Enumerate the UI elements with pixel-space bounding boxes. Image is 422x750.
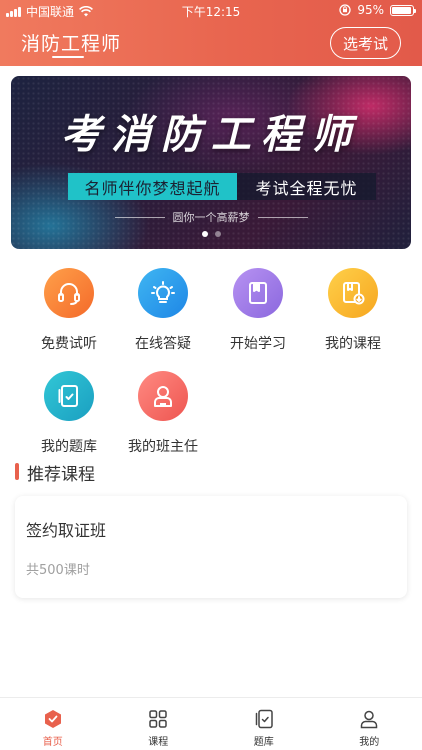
feature-label: 我的课程	[325, 336, 381, 352]
headset-icon	[44, 268, 94, 318]
grid-icon	[149, 710, 167, 728]
course-name: 签约取证班	[26, 521, 107, 540]
course-hours: 共500课时	[26, 563, 90, 578]
select-exam-button[interactable]: 选考试	[330, 27, 401, 59]
tab-label: 课程	[148, 737, 169, 748]
lightbulb-icon	[138, 268, 188, 318]
carousel-dot[interactable]	[201, 231, 208, 237]
title-underline	[52, 56, 84, 58]
tab-home[interactable]: 首页	[0, 698, 106, 750]
feature-free-trial[interactable]: 免费试听	[29, 268, 109, 353]
tab-question-bank[interactable]: 题库	[211, 698, 317, 750]
page-title: 消防工程师	[21, 33, 122, 55]
tab-label: 我的	[359, 737, 380, 748]
tab-courses[interactable]: 课程	[106, 698, 212, 750]
tab-label: 题库	[253, 737, 274, 748]
course-download-icon	[328, 268, 378, 318]
section-accent-bar	[15, 463, 19, 480]
app-header: 中国联通 下午12:15 95% 消防工程师 选考试	[0, 0, 422, 66]
feature-label: 我的题库	[41, 439, 97, 455]
carousel-indicator	[11, 231, 411, 237]
battery-icon	[390, 4, 416, 16]
course-card[interactable]: 签约取证班 共500课时	[15, 496, 407, 598]
teacher-icon	[138, 371, 188, 421]
question-bank-icon	[44, 371, 94, 421]
divider	[114, 216, 165, 218]
banner-headline: 考消防工程师	[61, 111, 361, 158]
battery-percent: 95%	[357, 3, 384, 17]
bottom-tab-bar: 首页 课程 题库 我的	[0, 697, 422, 750]
banner-slogan-right: 考试全程无忧	[237, 173, 376, 200]
promo-banner[interactable]: 考消防工程师 名师伴你梦想起航 考试全程无忧 圆你一个高薪梦	[11, 76, 411, 249]
divider	[257, 216, 308, 218]
feature-start-learning[interactable]: 开始学习	[218, 268, 298, 353]
feature-label: 我的班主任	[128, 439, 198, 455]
banner-subline: 圆你一个高薪梦	[11, 209, 411, 225]
question-bank-icon	[255, 709, 273, 729]
tab-label: 首页	[42, 737, 63, 748]
feature-my-question-bank[interactable]: 我的题库	[29, 371, 109, 456]
book-icon	[233, 268, 283, 318]
status-bar: 中国联通 下午12:15 95%	[0, 0, 422, 22]
feature-online-qa[interactable]: 在线答疑	[123, 268, 203, 353]
section-title: 推荐课程	[27, 465, 95, 485]
banner-slogan-left: 名师伴你梦想起航	[68, 173, 237, 200]
user-icon	[361, 710, 378, 729]
rotation-lock-icon	[339, 4, 351, 16]
banner-subline-text: 圆你一个高薪梦	[172, 211, 250, 224]
feature-my-courses[interactable]: 我的课程	[313, 268, 393, 353]
feature-label: 免费试听	[41, 336, 97, 352]
battery-level	[392, 6, 411, 14]
feature-label: 在线答疑	[135, 336, 191, 352]
status-right: 95%	[339, 3, 416, 17]
tab-mine[interactable]: 我的	[317, 698, 422, 750]
feature-label: 开始学习	[230, 336, 286, 352]
feature-my-class-teacher[interactable]: 我的班主任	[123, 371, 203, 456]
home-icon	[44, 710, 61, 728]
carousel-dot[interactable]	[214, 231, 221, 237]
